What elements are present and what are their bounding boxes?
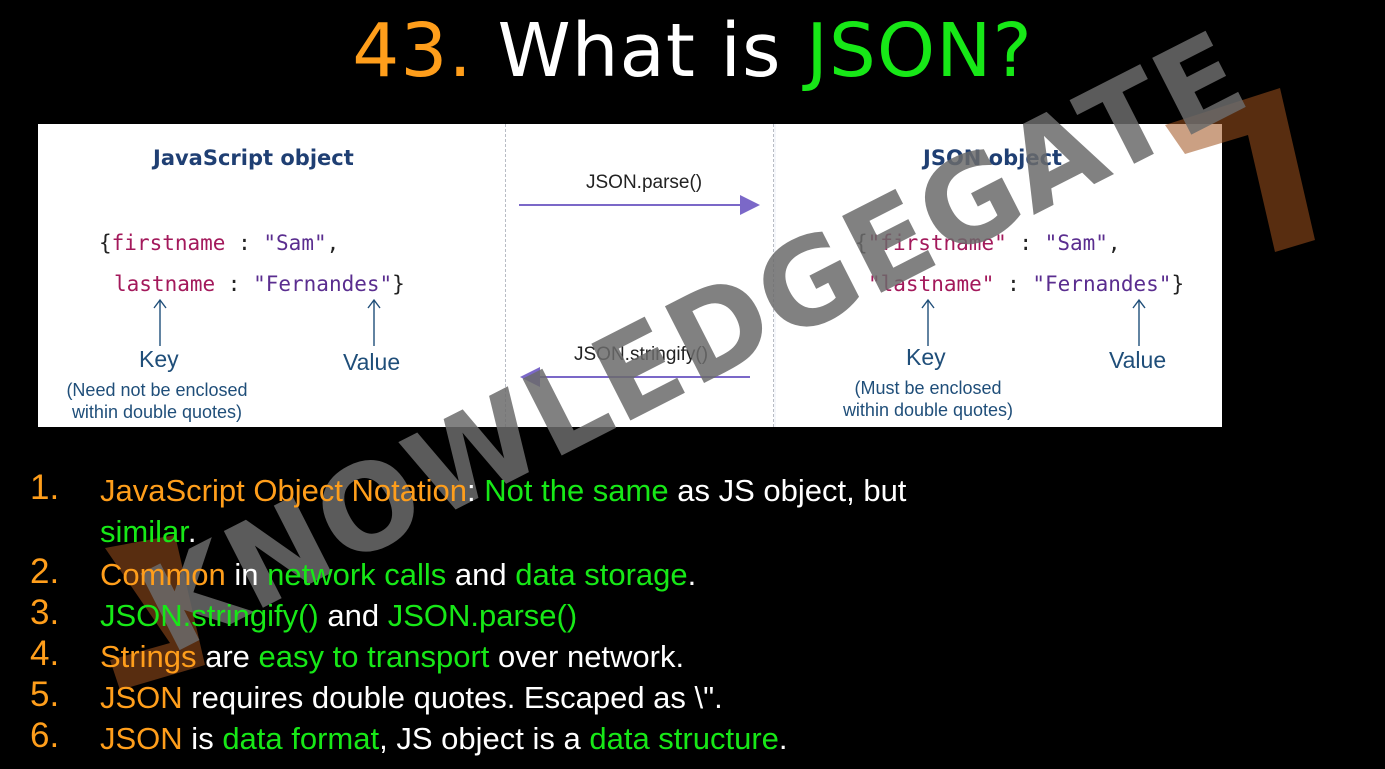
json-vs-js-diagram: JavaScript object JSON object {firstname… — [38, 124, 1222, 427]
list-item-text: network calls — [267, 557, 447, 592]
list-item-text: JavaScript Object Notation — [100, 473, 468, 508]
title-number: 43. — [352, 8, 473, 94]
left-key-note-line-2: within double quotes) — [71, 402, 243, 422]
list-item-text: over network. — [489, 639, 685, 674]
list-item-number: 6. — [30, 716, 60, 755]
list-item: 4. Strings are easy to transport over net… — [30, 634, 1130, 677]
left-value-label: Value — [343, 349, 401, 375]
list-item: 2. Common in network calls and data stora… — [30, 552, 1130, 595]
list-item-text: JSON — [100, 680, 183, 715]
right-key-note-line-1: (Must be enclosed — [854, 378, 1002, 398]
right-key-note: (Must be enclosed within double quotes) — [823, 377, 1033, 421]
list-item-text: Not the same — [484, 473, 669, 508]
list-item-text: . — [687, 557, 697, 592]
list-item: 5. JSON requires double quotes. Escaped a… — [30, 675, 1130, 718]
list-item-number: 5. — [30, 675, 60, 714]
right-value-label: Value — [1109, 347, 1167, 373]
list-item-text: data structure — [589, 721, 779, 756]
list-item-number: 3. — [30, 593, 60, 632]
title-text: What is — [497, 8, 782, 94]
list-item: 3. JSON.stringify() and JSON.parse() — [30, 593, 1130, 636]
left-key-note-line-1: (Need not be enclosed — [66, 380, 248, 400]
list-item-text: are — [196, 639, 259, 674]
list-item-number: 1. — [30, 468, 60, 507]
slide-title: 43. What is JSON? — [0, 6, 1385, 96]
list-item-text: requires double quotes. Escaped as \". — [182, 680, 723, 715]
list-item-text: . — [187, 514, 197, 549]
left-key-label: Key — [139, 346, 179, 372]
list-item: 1. JavaScript Object Notation: Not the sa… — [30, 468, 1130, 552]
left-key-note: (Need not be enclosed within double quot… — [52, 379, 262, 423]
list-item-text: data format — [222, 721, 380, 756]
list-item-text: JSON.stringify() — [100, 598, 319, 633]
title-json: JSON? — [806, 8, 1033, 94]
list-item-text: . — [778, 721, 788, 756]
key-points-list: 1. JavaScript Object Notation: Not the sa… — [30, 468, 1130, 759]
list-item-text: JSON — [100, 721, 183, 756]
list-item: 6. JSON is data format, JS object is a da… — [30, 716, 1130, 759]
json-parse-label: JSON.parse() — [586, 172, 703, 193]
right-key-label: Key — [906, 344, 946, 370]
list-item-number: 4. — [30, 634, 60, 673]
right-key-note-line-2: within double quotes) — [842, 400, 1014, 420]
list-item-text: and — [318, 598, 388, 633]
list-item-text: as JS object, but — [668, 473, 907, 508]
list-item-text: easy to transport — [258, 639, 490, 674]
json-stringify-label: JSON.stringify() — [574, 344, 709, 365]
list-item-number: 2. — [30, 552, 60, 591]
list-item-text: JSON.parse() — [387, 598, 578, 633]
list-item-text: : — [467, 473, 485, 508]
list-item-text: in — [225, 557, 268, 592]
list-item-text: Common — [100, 557, 226, 592]
list-item-text: data storage — [515, 557, 688, 592]
list-item-text: is — [182, 721, 223, 756]
list-item-text: similar — [100, 514, 188, 549]
list-item-text: Strings — [100, 639, 197, 674]
list-item-text: , JS object is a — [379, 721, 590, 756]
list-item-text: and — [446, 557, 516, 592]
